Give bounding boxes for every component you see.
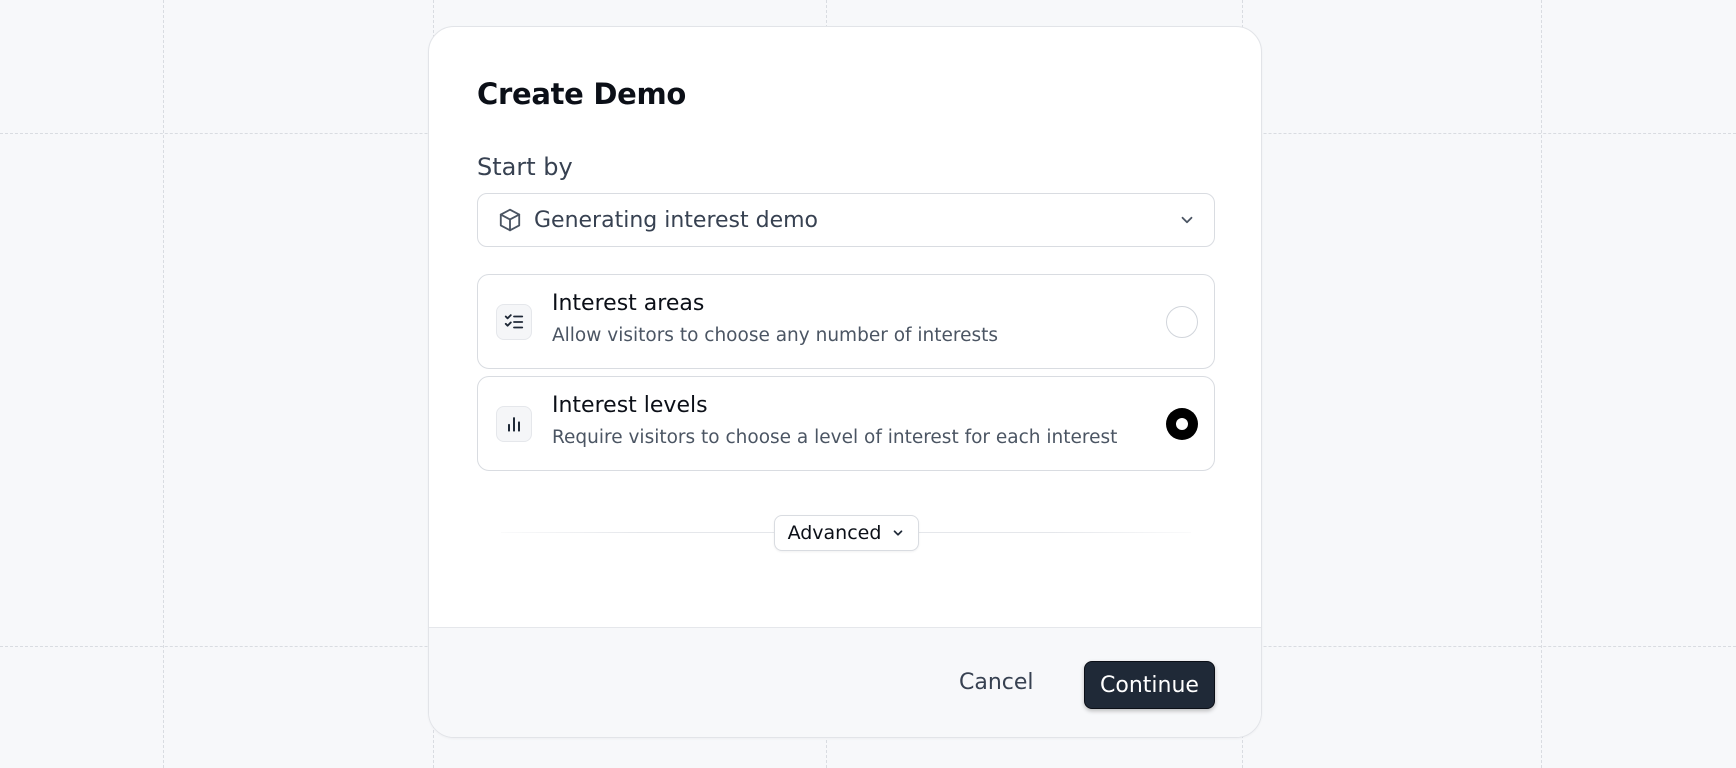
option-title: Interest levels: [552, 393, 708, 418]
chevron-down-icon: [1176, 209, 1198, 231]
bar-chart-icon: [496, 406, 532, 442]
advanced-label: Advanced: [787, 522, 882, 544]
grid-line: [1541, 0, 1542, 768]
radio-interest-areas[interactable]: [1166, 306, 1198, 338]
option-interest-levels[interactable]: Interest levels Require visitors to choo…: [477, 376, 1215, 471]
option-title: Interest areas: [552, 291, 705, 316]
option-description: Require visitors to choose a level of in…: [552, 427, 1118, 448]
advanced-toggle-button[interactable]: Advanced: [774, 515, 919, 551]
dialog-body: Create Demo Start by Generating interest…: [429, 27, 1261, 630]
dialog-footer: Cancel Continue: [429, 627, 1261, 737]
start-by-label: Start by: [477, 153, 573, 181]
cancel-button[interactable]: Cancel: [959, 670, 1034, 695]
start-by-value: Generating interest demo: [534, 207, 819, 233]
checklist-icon: [496, 304, 532, 340]
radio-interest-levels[interactable]: [1166, 408, 1198, 440]
dialog-title: Create Demo: [477, 77, 687, 111]
create-demo-dialog: Create Demo Start by Generating interest…: [428, 26, 1262, 738]
start-by-select[interactable]: Generating interest demo: [477, 193, 1215, 247]
continue-button[interactable]: Continue: [1084, 661, 1215, 709]
option-interest-areas[interactable]: Interest areas Allow visitors to choose …: [477, 274, 1215, 369]
grid-line: [163, 0, 164, 768]
option-description: Allow visitors to choose any number of i…: [552, 325, 999, 346]
chevron-down-icon: [891, 526, 905, 540]
cube-icon: [496, 206, 524, 234]
